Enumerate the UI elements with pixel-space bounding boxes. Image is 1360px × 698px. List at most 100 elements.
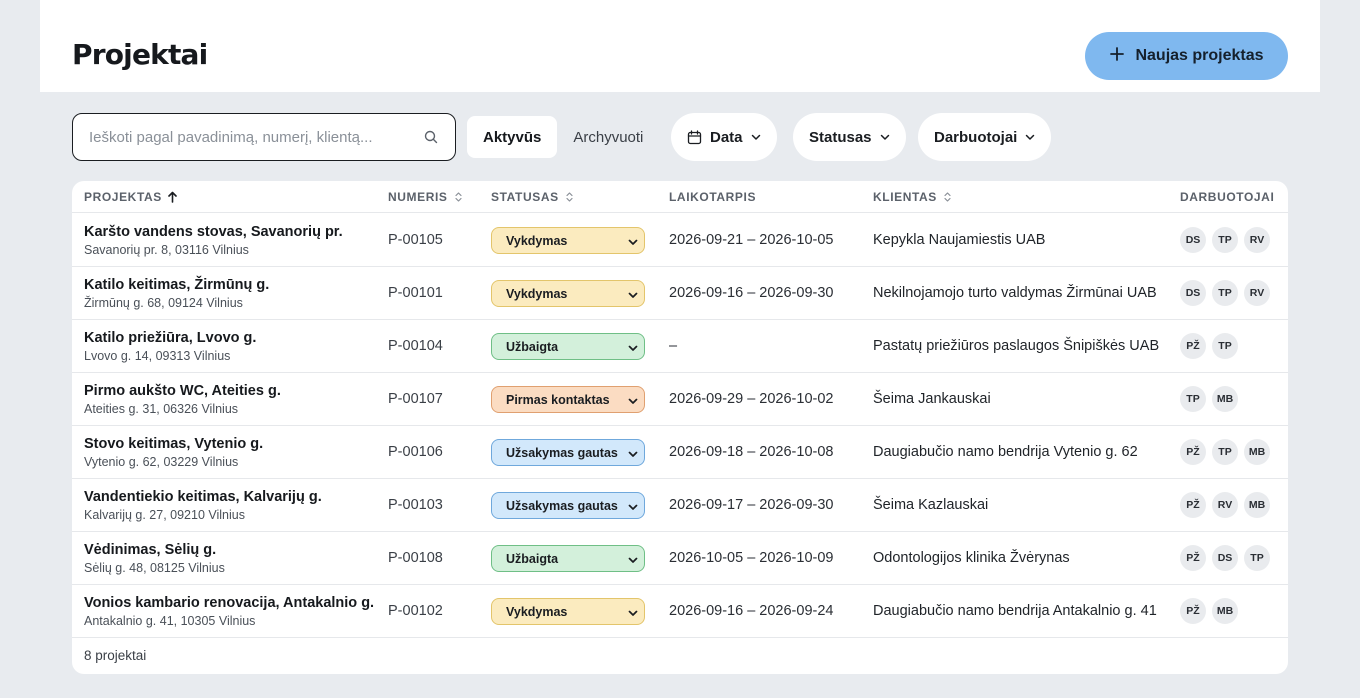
- project-client: Kepykla Naujamiestis UAB: [873, 232, 1046, 248]
- project-name[interactable]: Katilo keitimas, Žirmūnų g.: [84, 277, 269, 293]
- table-header: PROJEKTAS NUMERIS STATUSAS LAIKOTARPIS K…: [72, 181, 1288, 213]
- employee-avatar[interactable]: MB: [1244, 439, 1270, 465]
- tab-active[interactable]: Aktyvūs: [467, 116, 558, 158]
- employee-avatar[interactable]: TP: [1212, 439, 1238, 465]
- search-icon[interactable]: [423, 129, 439, 145]
- status-select-value: Pirmas kontaktas: [506, 392, 610, 407]
- table-row[interactable]: Pirmo aukšto WC, Ateities g. Ateities g. …: [72, 373, 1288, 426]
- status-select[interactable]: Užbaigta: [491, 333, 645, 360]
- project-client: Odontologijos klinika Žvėrynas: [873, 550, 1070, 566]
- status-select-value: Užsakymas gautas: [506, 498, 618, 513]
- status-select[interactable]: Vykdymas: [491, 598, 645, 625]
- employees-filter[interactable]: Darbuotojai: [918, 113, 1052, 161]
- project-number: P-00106: [388, 444, 443, 460]
- employees-filter-label: Darbuotojai: [934, 128, 1018, 146]
- status-select[interactable]: Vykdymas: [491, 280, 645, 307]
- employee-avatar[interactable]: TP: [1212, 227, 1238, 253]
- new-project-button[interactable]: Naujas projektas: [1085, 32, 1288, 80]
- project-name[interactable]: Katilo priežiūra, Lvovo g.: [84, 330, 256, 346]
- project-address: Antakalnio g. 41, 10305 Vilnius: [84, 614, 256, 628]
- status-select-value: Vykdymas: [506, 286, 568, 301]
- chevron-down-icon: [628, 501, 638, 511]
- project-number: P-00108: [388, 550, 443, 566]
- employee-avatars: TP MB: [1180, 386, 1238, 412]
- employee-avatar[interactable]: DS: [1212, 545, 1238, 571]
- table-row[interactable]: Katilo priežiūra, Lvovo g. Lvovo g. 14, 0…: [72, 320, 1288, 373]
- table-row[interactable]: Vandentiekio keitimas, Kalvarijų g. Kalva…: [72, 479, 1288, 532]
- sort-icon: [943, 191, 952, 203]
- chevron-down-icon: [628, 448, 638, 458]
- status-select[interactable]: Užbaigta: [491, 545, 645, 572]
- project-name[interactable]: Vėdinimas, Sėlių g.: [84, 542, 216, 558]
- project-address: Savanorių pr. 8, 03116 Vilnius: [84, 243, 249, 257]
- new-project-label: Naujas projektas: [1135, 47, 1264, 64]
- employee-avatar[interactable]: PŽ: [1180, 492, 1206, 518]
- project-name[interactable]: Karšto vandens stovas, Savanorių pr.: [84, 224, 343, 240]
- search-box[interactable]: [72, 113, 456, 161]
- employee-avatar[interactable]: RV: [1244, 280, 1270, 306]
- project-number: P-00107: [388, 391, 443, 407]
- project-period: 2026-09-18 – 2026-10-08: [669, 444, 834, 460]
- project-period: 2026-10-05 – 2026-10-09: [669, 550, 834, 566]
- employee-avatars: PŽ RV MB: [1180, 492, 1270, 518]
- employee-avatar[interactable]: TP: [1180, 386, 1206, 412]
- calendar-icon: [687, 129, 702, 145]
- chevron-down-icon: [628, 554, 638, 564]
- employee-avatar[interactable]: PŽ: [1180, 545, 1206, 571]
- employee-avatar[interactable]: DS: [1180, 280, 1206, 306]
- table-row[interactable]: Karšto vandens stovas, Savanorių pr. Sava…: [72, 214, 1288, 267]
- status-select[interactable]: Pirmas kontaktas: [491, 386, 645, 413]
- status-select[interactable]: Vykdymas: [491, 227, 645, 254]
- employee-avatars: PŽ MB: [1180, 598, 1238, 624]
- employee-avatar[interactable]: MB: [1244, 492, 1270, 518]
- employee-avatars: DS TP RV: [1180, 280, 1270, 306]
- search-input[interactable]: [89, 128, 423, 146]
- column-header-status-label: STATUSAS: [491, 190, 559, 204]
- project-name[interactable]: Stovo keitimas, Vytenio g.: [84, 436, 263, 452]
- table-row[interactable]: Vėdinimas, Sėlių g. Sėlių g. 48, 08125 Vi…: [72, 532, 1288, 585]
- column-header-number[interactable]: NUMERIS: [388, 190, 463, 204]
- chevron-down-icon: [628, 289, 638, 299]
- project-client: Nekilnojamojo turto valdymas Žirmūnai UA…: [873, 285, 1157, 301]
- status-select[interactable]: Užsakymas gautas: [491, 439, 645, 466]
- project-address: Žirmūnų g. 68, 09124 Vilnius: [84, 296, 243, 310]
- status-select-value: Užsakymas gautas: [506, 445, 618, 460]
- employee-avatar[interactable]: RV: [1212, 492, 1238, 518]
- project-period: 2026-09-17 – 2026-09-30: [669, 497, 834, 513]
- project-name[interactable]: Pirmo aukšto WC, Ateities g.: [84, 383, 281, 399]
- column-header-period-label: LAIKOTARPIS: [669, 190, 757, 204]
- employee-avatar[interactable]: TP: [1212, 333, 1238, 359]
- status-filter-label: Statusas: [809, 128, 872, 146]
- employee-avatar[interactable]: PŽ: [1180, 598, 1206, 624]
- project-address: Sėlių g. 48, 08125 Vilnius: [84, 561, 225, 575]
- tab-archived[interactable]: Archyvuoti: [557, 116, 659, 158]
- project-client: Daugiabučio namo bendrija Vytenio g. 62: [873, 444, 1138, 460]
- status-filter[interactable]: Statusas: [793, 113, 906, 161]
- project-name[interactable]: Vonios kambario renovacija, Antakalnio g…: [84, 595, 374, 611]
- date-filter[interactable]: Data: [671, 113, 777, 161]
- project-name[interactable]: Vandentiekio keitimas, Kalvarijų g.: [84, 489, 322, 505]
- table-row[interactable]: Stovo keitimas, Vytenio g. Vytenio g. 62,…: [72, 426, 1288, 479]
- column-header-project[interactable]: PROJEKTAS: [84, 190, 177, 204]
- chevron-down-icon: [628, 607, 638, 617]
- employee-avatar[interactable]: DS: [1180, 227, 1206, 253]
- sort-ascending-icon: [168, 191, 177, 203]
- project-client: Šeima Jankauskai: [873, 391, 991, 407]
- employee-avatar[interactable]: RV: [1244, 227, 1270, 253]
- table-row[interactable]: Katilo keitimas, Žirmūnų g. Žirmūnų g. 68…: [72, 267, 1288, 320]
- employee-avatar[interactable]: TP: [1244, 545, 1270, 571]
- table-row[interactable]: Vonios kambario renovacija, Antakalnio g…: [72, 585, 1288, 638]
- employee-avatar[interactable]: PŽ: [1180, 439, 1206, 465]
- project-count: 8 projektai: [84, 648, 147, 663]
- chevron-down-icon: [880, 132, 890, 142]
- project-period: 2026-09-16 – 2026-09-30: [669, 285, 834, 301]
- employee-avatar[interactable]: PŽ: [1180, 333, 1206, 359]
- employee-avatar[interactable]: MB: [1212, 598, 1238, 624]
- status-select[interactable]: Užsakymas gautas: [491, 492, 645, 519]
- column-header-client[interactable]: KLIENTAS: [873, 190, 952, 204]
- employee-avatar[interactable]: MB: [1212, 386, 1238, 412]
- page-title: Projektai: [72, 38, 208, 71]
- employee-avatar[interactable]: TP: [1212, 280, 1238, 306]
- column-header-status[interactable]: STATUSAS: [491, 190, 574, 204]
- project-number: P-00101: [388, 285, 443, 301]
